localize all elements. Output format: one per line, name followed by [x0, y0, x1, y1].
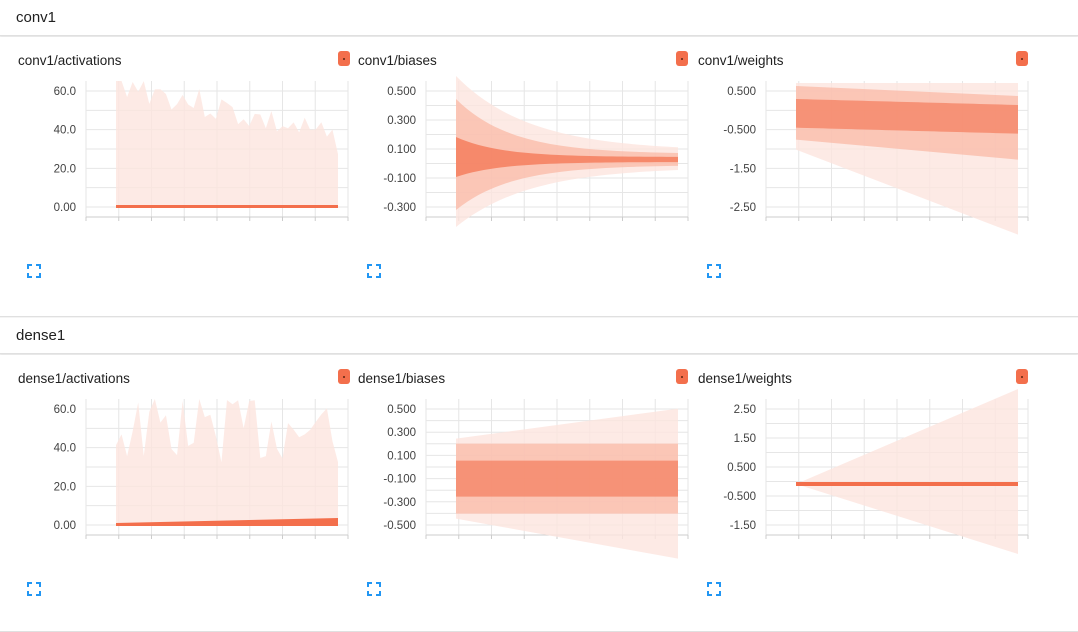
card-title: dense1/weights: [698, 371, 792, 386]
run-color-badge[interactable]: [338, 369, 350, 384]
histogram-chart: 0.500 0.300 0.100 -0.100 -0.300: [383, 76, 689, 227]
y-tick-label: 0.300: [387, 427, 416, 439]
y-tick-label: 0.500: [387, 86, 416, 98]
fullscreen-icon[interactable]: [366, 581, 382, 597]
run-color-badge[interactable]: [338, 51, 350, 66]
histogram-shape: [796, 389, 1018, 554]
histogram-shape: [116, 81, 338, 208]
y-tick-label: 0.100: [387, 144, 416, 156]
histogram-card-dense1-biases: dense1/biases 0.500 0.300 0.100 -0.100 -0.30…: [358, 369, 698, 631]
y-tick-label: -1.50: [730, 163, 756, 175]
y-tick-label: 20.0: [54, 481, 76, 493]
y-tick-label: 1.50: [734, 433, 756, 445]
y-tick-label: 60.0: [54, 404, 76, 416]
y-tick-label: 0.500: [387, 404, 416, 416]
y-tick-label: 60.0: [54, 86, 76, 98]
card-title: dense1/activations: [18, 371, 130, 386]
histogram-chart: 60.0 40.0 20.0 0.00: [54, 81, 349, 221]
histogram-shape: [116, 399, 338, 526]
histogram-chart: 0.500 0.300 0.100 -0.100 -0.300 -0.500: [383, 399, 689, 559]
y-tick-label: 2.50: [734, 404, 756, 416]
y-tick-label: 0.100: [387, 450, 416, 462]
fullscreen-icon[interactable]: [706, 581, 722, 597]
y-tick-label: 20.0: [54, 163, 76, 175]
histogram-card-conv1-weights: conv1/weights 0.500 -0.500 -1.50 -2.50: [698, 51, 1038, 313]
y-tick-label: -0.500: [723, 491, 756, 503]
section-header-dense1[interactable]: dense1: [0, 318, 1078, 354]
histogram-card-dense1-weights: dense1/weights 2.50 1.50 0.500 -0.500 -1.50: [698, 369, 1038, 631]
y-tick-label: -0.500: [723, 125, 756, 137]
y-tick-label: 0.300: [387, 115, 416, 127]
histogram-card-conv1-activations: conv1/activations 60.0 40.0 20.0 0.00: [18, 51, 358, 313]
y-tick-label: 40.0: [54, 125, 76, 137]
fullscreen-icon[interactable]: [366, 263, 382, 279]
y-tick-label: 0.500: [727, 462, 756, 474]
section-body-dense1: dense1/activations 60.0 40.0 20.0 0.00 dens…: [0, 355, 1078, 632]
histogram-shape: [796, 83, 1018, 235]
card-title: dense1/biases: [358, 371, 446, 386]
card-title: conv1/activations: [18, 53, 122, 68]
histogram-chart: 60.0 40.0 20.0 0.00: [54, 399, 349, 539]
histogram-card-conv1-biases: conv1/biases 0.500 0.300 0.100 -0.100 -0.300: [358, 51, 698, 313]
fullscreen-icon[interactable]: [26, 263, 42, 279]
y-tick-label: -1.50: [730, 520, 756, 532]
run-color-badge[interactable]: [676, 369, 688, 384]
y-tick-label: -0.100: [383, 173, 416, 185]
histogram-chart: 2.50 1.50 0.500 -0.500 -1.50: [723, 389, 1029, 554]
y-tick-label: -0.500: [383, 520, 416, 532]
y-tick-label: -0.300: [383, 497, 416, 509]
section-title: conv1: [16, 9, 57, 26]
y-tick-label: 0.00: [54, 520, 76, 532]
run-color-badge[interactable]: [676, 51, 688, 66]
y-tick-label: 40.0: [54, 443, 76, 455]
card-title: conv1/weights: [698, 53, 784, 68]
section-header-conv1[interactable]: conv1: [0, 0, 1078, 36]
section-title: dense1: [16, 327, 66, 344]
y-tick-label: 0.500: [727, 86, 756, 98]
histogram-shape: [456, 76, 678, 227]
histogram-chart: 0.500 -0.500 -1.50 -2.50: [723, 81, 1029, 235]
histogram-shape: [456, 408, 678, 559]
y-tick-label: -2.50: [730, 202, 756, 214]
card-title: conv1/biases: [358, 53, 437, 68]
y-tick-label: -0.300: [383, 202, 416, 214]
section-body-conv1: conv1/activations 60.0 40.0 20.0 0.00 conv1…: [0, 37, 1078, 317]
run-color-badge[interactable]: [1016, 369, 1028, 384]
y-tick-label: 0.00: [54, 202, 76, 214]
fullscreen-icon[interactable]: [706, 263, 722, 279]
fullscreen-icon[interactable]: [26, 581, 42, 597]
y-tick-label: -0.100: [383, 474, 416, 486]
histogram-card-dense1-activations: dense1/activations 60.0 40.0 20.0 0.00: [18, 369, 358, 631]
run-color-badge[interactable]: [1016, 51, 1028, 66]
